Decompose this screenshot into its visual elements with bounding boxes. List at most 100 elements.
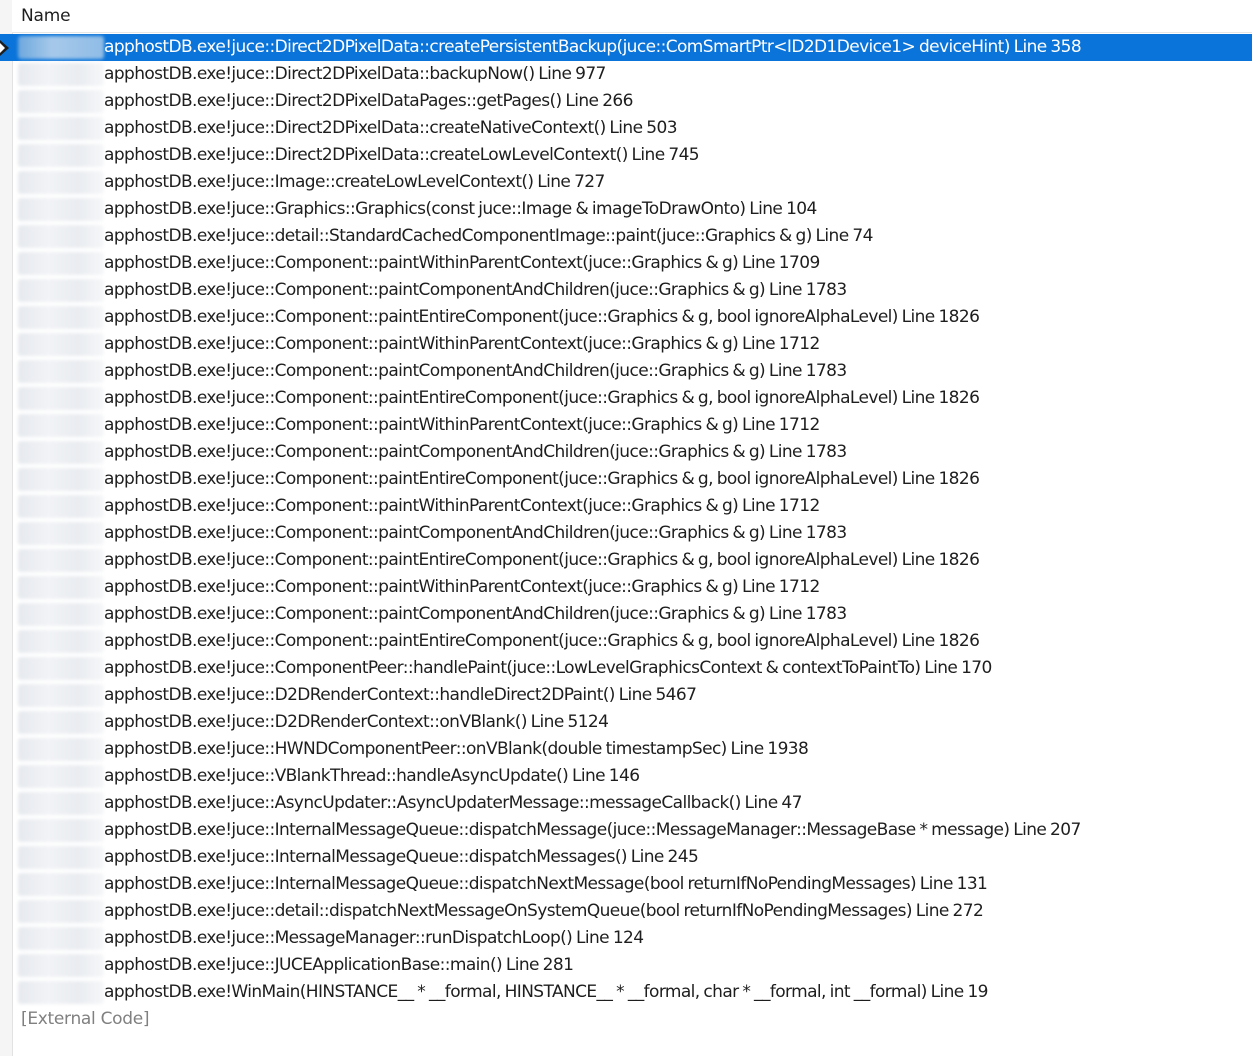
call-stack-frame[interactable]: apphostDB.exe!juce::InternalMessageQueue… (0, 817, 1252, 844)
call-stack-window: Name apphostDB.exe!juce::Direct2DPixelDa… (0, 0, 1252, 1056)
call-stack-frame[interactable]: apphostDB.exe!juce::Component::paintWith… (0, 493, 1252, 520)
call-stack-frame[interactable]: apphostDB.exe!juce::Graphics::Graphics(c… (0, 196, 1252, 223)
frame-name: apphostDB.exe!juce::Component::paintComp… (104, 604, 847, 624)
external-code-label: [External Code] (21, 1009, 150, 1029)
call-stack-frame[interactable]: apphostDB.exe!juce::Component::paintComp… (0, 439, 1252, 466)
call-stack-frame[interactable]: apphostDB.exe!juce::D2DRenderContext::ha… (0, 682, 1252, 709)
call-stack-frame[interactable]: apphostDB.exe!juce::detail::dispatchNext… (0, 898, 1252, 925)
call-stack-frame[interactable]: apphostDB.exe!juce::Direct2DPixelData::c… (0, 115, 1252, 142)
redacted-module-icon (18, 468, 104, 491)
redacted-module-icon (18, 954, 104, 977)
redacted-module-icon (18, 684, 104, 707)
redacted-module-icon (18, 279, 104, 302)
redacted-module-icon (18, 549, 104, 572)
redacted-module-icon (18, 657, 104, 680)
frame-name: apphostDB.exe!juce::Image::createLowLeve… (104, 172, 605, 192)
frame-name: apphostDB.exe!juce::HWNDComponentPeer::o… (104, 739, 809, 759)
redacted-module-icon (18, 252, 104, 275)
redacted-module-icon (18, 306, 104, 329)
frame-name: apphostDB.exe!juce::InternalMessageQueue… (104, 847, 699, 867)
call-stack-list: apphostDB.exe!juce::Direct2DPixelData::c… (0, 34, 1252, 1033)
frame-name: apphostDB.exe!juce::Component::paintEnti… (104, 469, 980, 489)
redacted-module-icon (18, 711, 104, 734)
current-frame-arrow-icon (0, 40, 9, 56)
redacted-module-icon (18, 387, 104, 410)
call-stack-frame[interactable]: apphostDB.exe!juce::InternalMessageQueue… (0, 871, 1252, 898)
redacted-module-icon (18, 333, 104, 356)
column-header[interactable]: Name (12, 0, 1252, 33)
call-stack-frame[interactable]: apphostDB.exe!juce::MessageManager::runD… (0, 925, 1252, 952)
call-stack-frame[interactable]: apphostDB.exe!juce::Component::paintComp… (0, 601, 1252, 628)
redacted-module-icon (18, 765, 104, 788)
call-stack-frame[interactable]: apphostDB.exe!juce::Component::paintWith… (0, 250, 1252, 277)
call-stack-frame[interactable]: apphostDB.exe!juce::HWNDComponentPeer::o… (0, 736, 1252, 763)
frame-name: apphostDB.exe!juce::JUCEApplicationBase:… (104, 955, 574, 975)
redacted-module-icon (18, 414, 104, 437)
redacted-module-icon (18, 576, 104, 599)
call-stack-frame[interactable]: apphostDB.exe!juce::Direct2DPixelDataPag… (0, 88, 1252, 115)
frame-name: apphostDB.exe!juce::Direct2DPixelData::c… (104, 37, 1082, 57)
frame-name: apphostDB.exe!juce::Component::paintComp… (104, 523, 847, 543)
call-stack-frame[interactable]: apphostDB.exe!juce::D2DRenderContext::on… (0, 709, 1252, 736)
redacted-module-icon (18, 441, 104, 464)
redacted-module-icon (18, 846, 104, 869)
frame-name: apphostDB.exe!WinMain(HINSTANCE__ * __fo… (104, 982, 988, 1002)
frame-name: apphostDB.exe!juce::Direct2DPixelDataPag… (104, 91, 633, 111)
frame-name: apphostDB.exe!juce::detail::StandardCach… (104, 226, 873, 246)
redacted-module-icon (18, 144, 104, 167)
frame-name: apphostDB.exe!juce::Component::paintEnti… (104, 550, 980, 570)
frame-name: apphostDB.exe!juce::Component::paintWith… (104, 496, 820, 516)
call-stack-frame[interactable]: apphostDB.exe!juce::Component::paintWith… (0, 412, 1252, 439)
redacted-module-icon (18, 630, 104, 653)
redacted-module-icon (18, 927, 104, 950)
redacted-module-icon (18, 63, 104, 86)
call-stack-frame[interactable]: apphostDB.exe!juce::Component::paintWith… (0, 331, 1252, 358)
call-stack-frame[interactable]: apphostDB.exe!juce::Component::paintEnti… (0, 547, 1252, 574)
frame-name: apphostDB.exe!juce::Component::paintEnti… (104, 388, 980, 408)
frame-name: apphostDB.exe!juce::Component::paintWith… (104, 415, 820, 435)
redacted-module-icon (18, 522, 104, 545)
call-stack-frame[interactable]: apphostDB.exe!juce::Component::paintComp… (0, 520, 1252, 547)
frame-name: apphostDB.exe!juce::D2DRenderContext::on… (104, 712, 609, 732)
frame-name: apphostDB.exe!juce::Component::paintEnti… (104, 631, 980, 651)
redacted-module-icon (18, 981, 104, 1004)
call-stack-frame[interactable]: apphostDB.exe!juce::Direct2DPixelData::c… (0, 142, 1252, 169)
redacted-module-icon (18, 603, 104, 626)
frame-name: apphostDB.exe!juce::Direct2DPixelData::c… (104, 145, 700, 165)
redacted-module-icon (18, 90, 104, 113)
call-stack-frame[interactable]: apphostDB.exe!juce::Direct2DPixelData::c… (0, 34, 1252, 61)
redacted-module-icon (18, 738, 104, 761)
redacted-module-icon (18, 819, 104, 842)
redacted-module-icon (18, 360, 104, 383)
call-stack-frame[interactable]: apphostDB.exe!juce::VBlankThread::handle… (0, 763, 1252, 790)
call-stack-frame[interactable]: apphostDB.exe!juce::Component::paintEnti… (0, 304, 1252, 331)
redacted-module-icon (18, 792, 104, 815)
redacted-module-icon (18, 495, 104, 518)
frame-name: apphostDB.exe!juce::VBlankThread::handle… (104, 766, 640, 786)
call-stack-frame[interactable]: apphostDB.exe!juce::ComponentPeer::handl… (0, 655, 1252, 682)
call-stack-frame[interactable]: apphostDB.exe!juce::Image::createLowLeve… (0, 169, 1252, 196)
external-code-frame[interactable]: [External Code] (0, 1006, 1252, 1033)
redacted-module-icon (18, 198, 104, 221)
call-stack-frame[interactable]: apphostDB.exe!juce::Component::paintEnti… (0, 385, 1252, 412)
frame-name: apphostDB.exe!juce::InternalMessageQueue… (104, 820, 1081, 840)
call-stack-frame[interactable]: apphostDB.exe!juce::detail::StandardCach… (0, 223, 1252, 250)
call-stack-frame[interactable]: apphostDB.exe!juce::JUCEApplicationBase:… (0, 952, 1252, 979)
call-stack-frame[interactable]: apphostDB.exe!juce::Component::paintWith… (0, 574, 1252, 601)
call-stack-frame[interactable]: apphostDB.exe!WinMain(HINSTANCE__ * __fo… (0, 979, 1252, 1006)
redacted-module-icon (18, 900, 104, 923)
frame-name: apphostDB.exe!juce::detail::dispatchNext… (104, 901, 984, 921)
call-stack-frame[interactable]: apphostDB.exe!juce::Direct2DPixelData::b… (0, 61, 1252, 88)
frame-name: apphostDB.exe!juce::AsyncUpdater::AsyncU… (104, 793, 802, 813)
call-stack-frame[interactable]: apphostDB.exe!juce::Component::paintComp… (0, 358, 1252, 385)
call-stack-frame[interactable]: apphostDB.exe!juce::InternalMessageQueue… (0, 844, 1252, 871)
name-column-header[interactable]: Name (21, 6, 71, 26)
frame-name: apphostDB.exe!juce::Direct2DPixelData::c… (104, 118, 678, 138)
call-stack-frame[interactable]: apphostDB.exe!juce::Component::paintComp… (0, 277, 1252, 304)
frame-name: apphostDB.exe!juce::Component::paintWith… (104, 334, 820, 354)
call-stack-frame[interactable]: apphostDB.exe!juce::AsyncUpdater::AsyncU… (0, 790, 1252, 817)
frame-name: apphostDB.exe!juce::Direct2DPixelData::b… (104, 64, 606, 84)
frame-name: apphostDB.exe!juce::Component::paintWith… (104, 577, 820, 597)
call-stack-frame[interactable]: apphostDB.exe!juce::Component::paintEnti… (0, 466, 1252, 493)
call-stack-frame[interactable]: apphostDB.exe!juce::Component::paintEnti… (0, 628, 1252, 655)
